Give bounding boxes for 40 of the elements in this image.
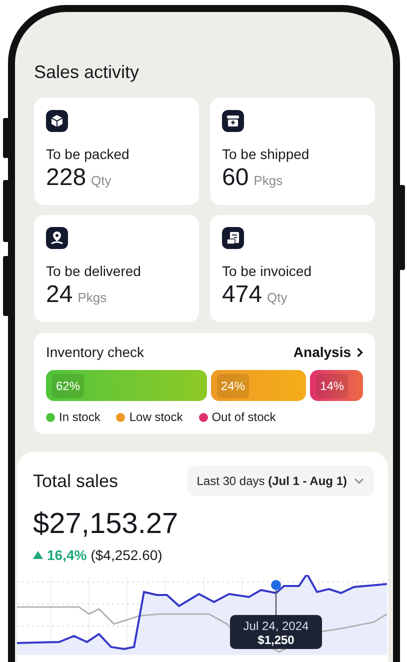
legend-label: Out of stock [212, 410, 276, 424]
card-unit: Pkgs [78, 290, 107, 305]
activity-card[interactable]: To be delivered 24 Pkgs [34, 215, 199, 322]
archive-icon [222, 110, 244, 132]
card-unit: Qty [267, 290, 288, 305]
activity-card[interactable]: To be shipped 60 Pkgs [210, 98, 375, 205]
inventory-title: Inventory check [46, 344, 144, 360]
percent-label: 24% [216, 374, 249, 398]
up-triangle-icon [33, 551, 43, 559]
card-value: 24 [46, 281, 73, 309]
change-percent: 16,4% [47, 547, 87, 563]
date-range-dropdown[interactable]: Last 30 days (Jul 1 - Aug 1) [186, 466, 374, 496]
tooltip-value: $1,250 [258, 633, 294, 647]
box-icon [46, 110, 68, 132]
card-value: 60 [222, 164, 249, 192]
legend-label: In stock [59, 410, 100, 424]
location-pin-icon [46, 227, 68, 249]
percent-label: 14% [316, 374, 348, 398]
sales-amount: $27,153.27 [33, 508, 180, 541]
change-amount: ($4,252.60) [90, 547, 162, 563]
data-point-marker [271, 580, 281, 590]
legend-label: Low stock [129, 410, 183, 424]
percent-label: 62% [52, 374, 84, 398]
analysis-link[interactable]: Analysis [293, 344, 363, 360]
activity-card[interactable]: To be invoiced 474 Qty [210, 215, 375, 322]
card-label: To be invoiced [222, 263, 313, 279]
card-value: 474 [222, 281, 262, 309]
card-label: To be shipped [222, 146, 310, 162]
card-label: To be delivered [46, 263, 142, 279]
sales-title: Total sales [33, 470, 118, 492]
tooltip-date: Jul 24, 2024 [243, 619, 309, 633]
receipt-icon [222, 227, 244, 249]
card-unit: Pkgs [254, 173, 283, 188]
section-title: Sales activity [34, 62, 140, 84]
card-unit: Qty [91, 173, 112, 188]
caret-icon [354, 478, 364, 484]
card-label: To be packed [46, 146, 130, 162]
card-value: 228 [46, 164, 86, 192]
chevron-right-icon [356, 346, 363, 358]
activity-card[interactable]: To be packed 228 Qty [34, 98, 199, 205]
